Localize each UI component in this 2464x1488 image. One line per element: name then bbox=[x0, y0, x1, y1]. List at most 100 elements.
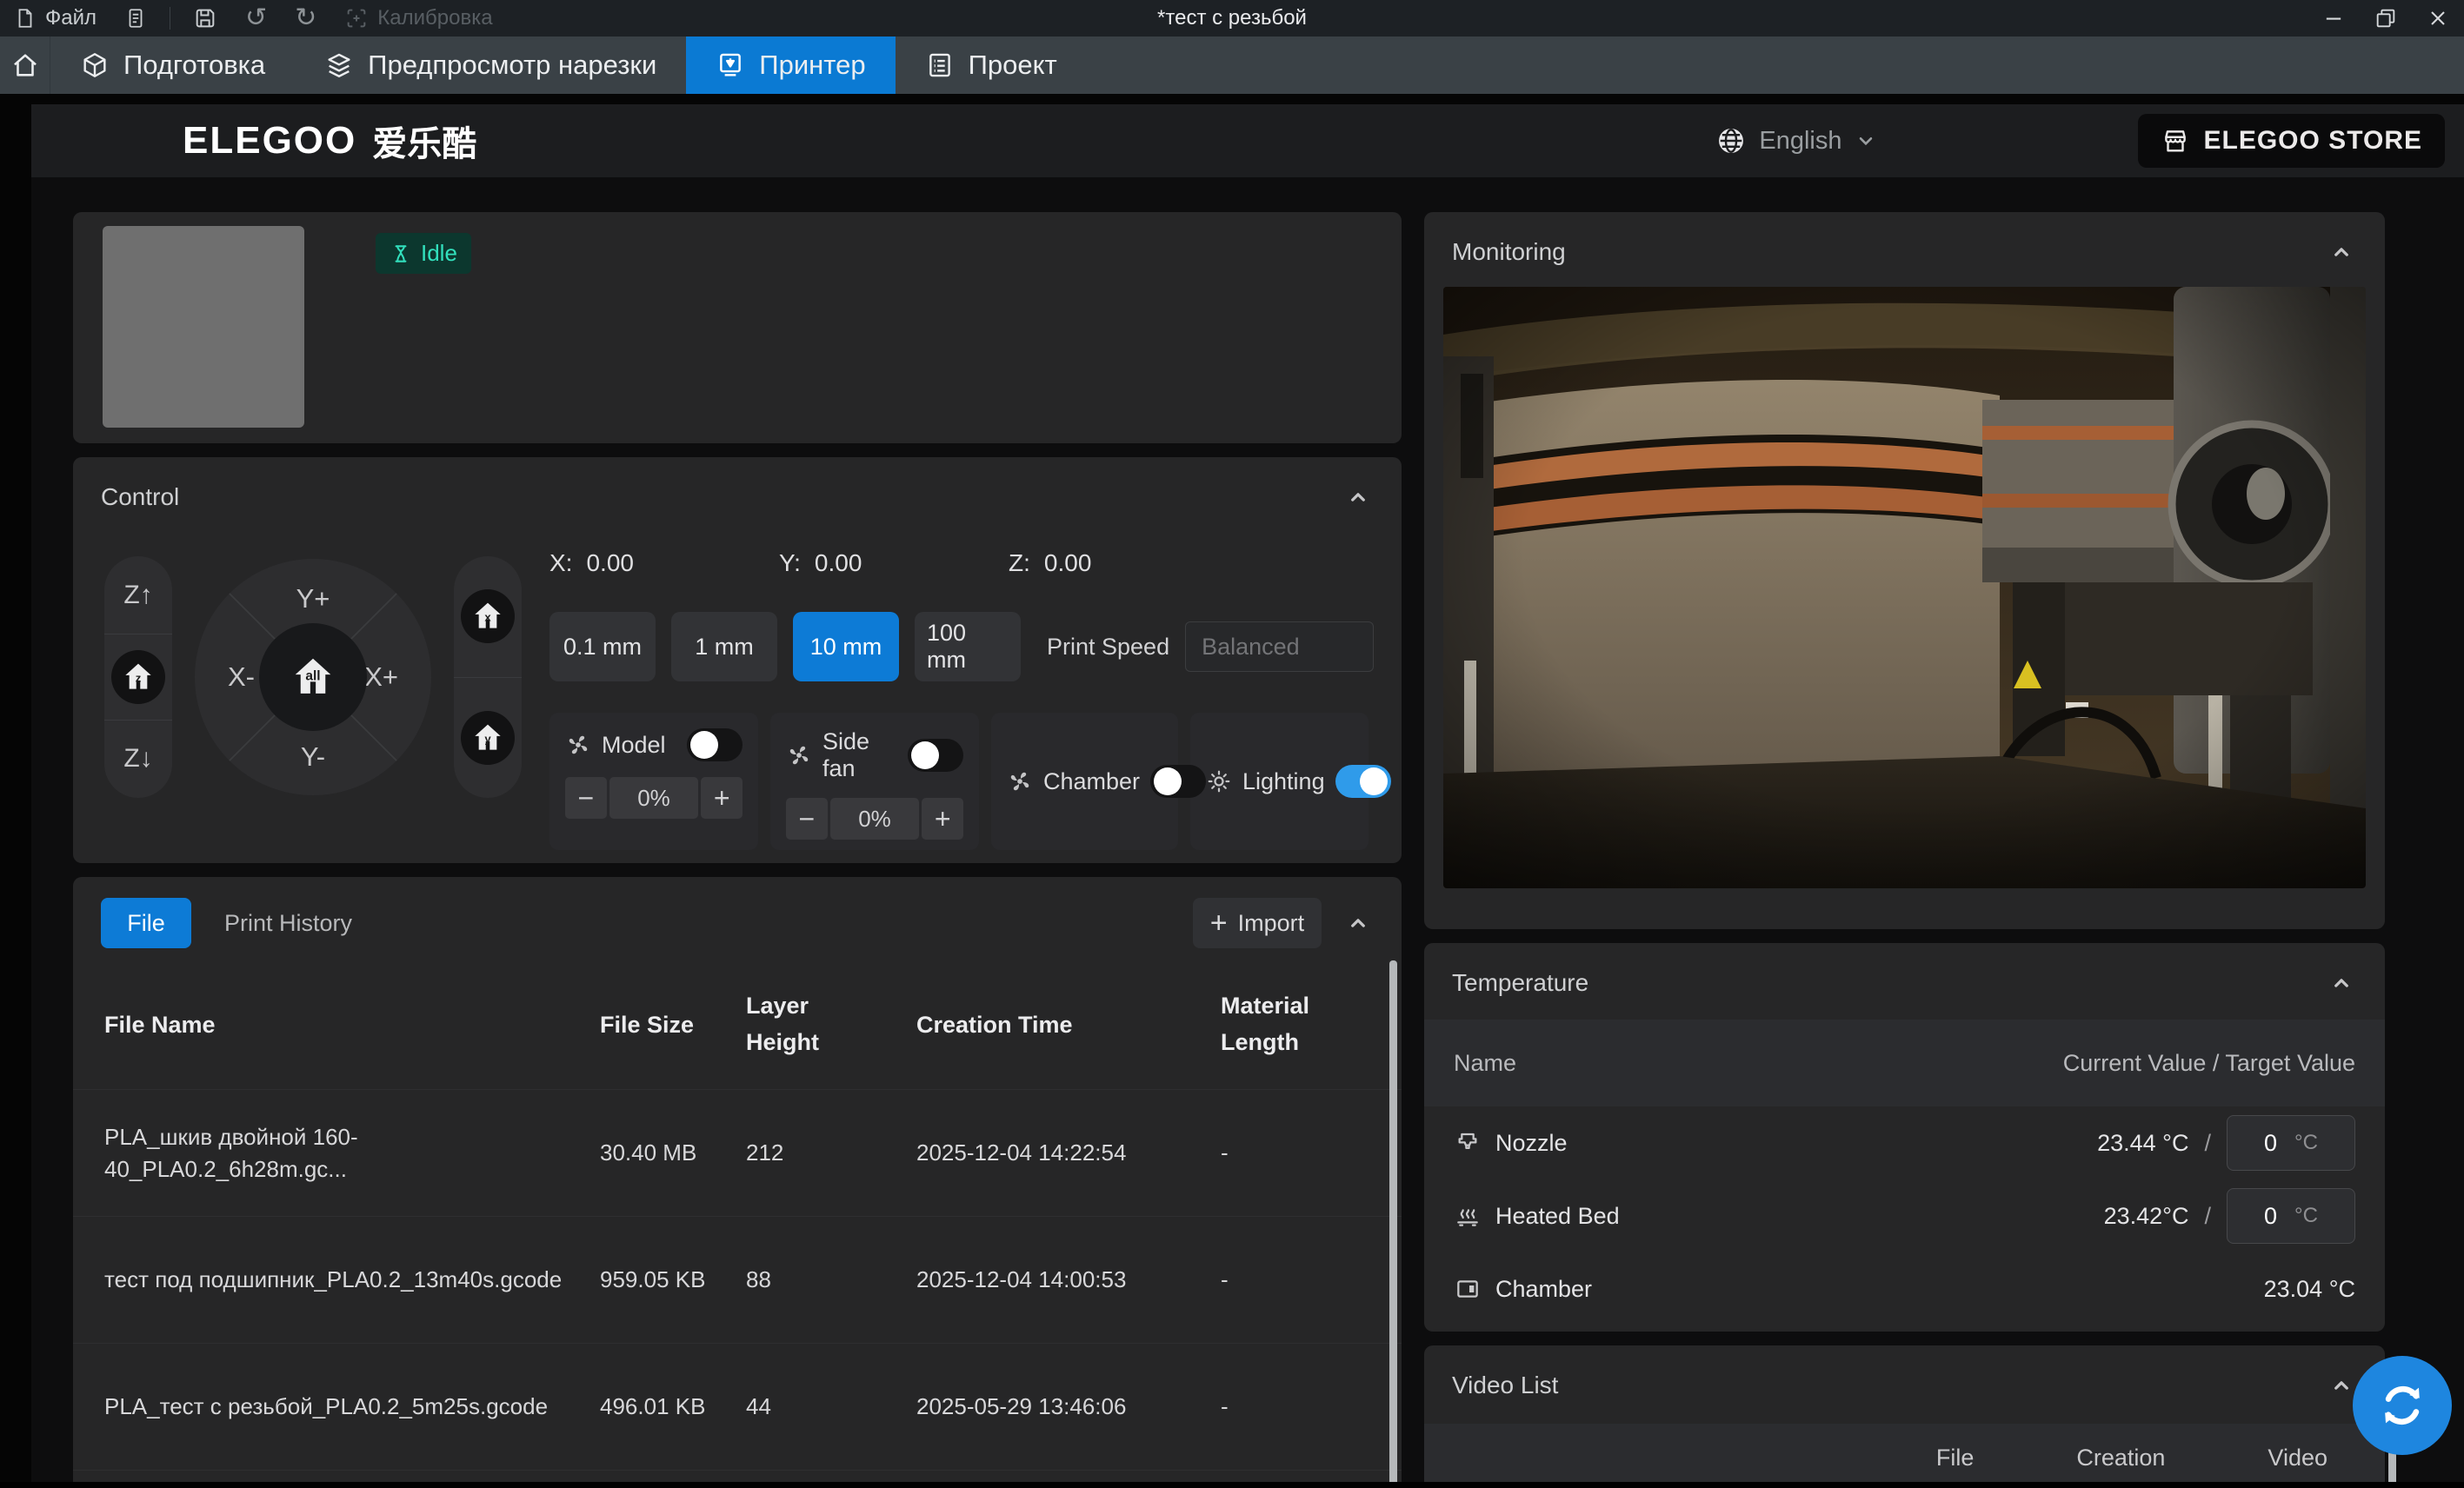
heated-bed-target-value: 0 bbox=[2264, 1203, 2277, 1230]
save-button[interactable] bbox=[179, 0, 231, 37]
jog-controls: Z↑ z Z↓ Y+ Y- X- X+ bbox=[104, 556, 522, 798]
home-all-icon: all bbox=[288, 652, 338, 702]
restore-button[interactable] bbox=[2360, 0, 2412, 37]
col-material-length: Material Length bbox=[1221, 988, 1323, 1061]
x-plus-button[interactable]: X+ bbox=[364, 661, 398, 693]
side-fan-toggle[interactable] bbox=[908, 739, 963, 772]
elegoo-store-button[interactable]: ELEGOO STORE bbox=[2138, 114, 2446, 168]
step-0.1mm-button[interactable]: 0.1 mm bbox=[549, 612, 656, 681]
minus-button[interactable]: − bbox=[786, 798, 828, 840]
chevron-up-icon bbox=[1345, 484, 1371, 510]
step-10mm-button[interactable]: 10 mm bbox=[793, 612, 899, 681]
file-list-scrollbar[interactable] bbox=[1389, 960, 1397, 1488]
z-down-button[interactable]: Z↓ bbox=[104, 721, 172, 798]
z-down-label: Z↓ bbox=[123, 744, 152, 774]
tab-project[interactable]: Проект bbox=[896, 37, 1087, 94]
refresh-button[interactable] bbox=[2353, 1356, 2452, 1455]
model-fan-stepper: − 0% + bbox=[565, 777, 743, 819]
status-badge: Idle bbox=[376, 233, 471, 274]
redo-icon: ↻ bbox=[295, 5, 316, 31]
video-list-title: Video List bbox=[1452, 1372, 1558, 1399]
chevron-up-icon bbox=[2328, 239, 2354, 265]
chamber-fan-card: Chamber bbox=[991, 713, 1178, 850]
main-tabbar: Подготовка Предпросмотр нарезки Принтер … bbox=[0, 37, 2464, 94]
table-row[interactable]: PLA_шкив двойной 160-40_PLA0.2_6h28m.gc.… bbox=[73, 1089, 1402, 1216]
monitoring-collapse-button[interactable] bbox=[2324, 235, 2359, 269]
nozzle-target-value: 0 bbox=[2264, 1130, 2277, 1157]
home-x-button[interactable]: x bbox=[454, 556, 522, 678]
lighting-toggle[interactable] bbox=[1335, 765, 1391, 798]
control-title: Control bbox=[101, 483, 179, 511]
step-1mm-button[interactable]: 1 mm bbox=[671, 612, 777, 681]
home-button[interactable] bbox=[0, 37, 50, 94]
layer-height: 212 bbox=[746, 1139, 916, 1166]
notes-button[interactable] bbox=[110, 0, 161, 37]
redo-button[interactable]: ↻ bbox=[281, 0, 330, 37]
model-fan-value[interactable]: 0% bbox=[609, 777, 699, 819]
tab-project-label: Проект bbox=[969, 50, 1057, 81]
files-collapse-button[interactable] bbox=[1341, 906, 1375, 940]
file-size: 30.40 MB bbox=[600, 1135, 716, 1172]
step-100mm-button[interactable]: 100 mm bbox=[915, 612, 1021, 681]
language-selector[interactable]: English bbox=[1715, 125, 1876, 156]
printer-status-card: Idle bbox=[73, 212, 1402, 443]
table-row[interactable]: тест под подшипник_PLA0.2_13m40s.gcode 9… bbox=[73, 1216, 1402, 1343]
heated-bed-icon bbox=[1454, 1202, 1482, 1230]
globe-icon bbox=[1715, 125, 1747, 156]
y-minus-button[interactable]: Y- bbox=[301, 741, 325, 773]
tab-print-history[interactable]: Print History bbox=[224, 910, 352, 937]
side-fan-stepper: − 0% + bbox=[786, 798, 963, 840]
minimize-button[interactable] bbox=[2308, 0, 2360, 37]
nozzle-icon bbox=[1454, 1129, 1482, 1157]
z-up-label: Z↑ bbox=[123, 581, 152, 610]
svg-text:x: x bbox=[484, 611, 491, 624]
calibration-icon bbox=[344, 6, 369, 30]
minus-button[interactable]: − bbox=[565, 777, 607, 819]
temperature-collapse-button[interactable] bbox=[2324, 966, 2359, 1000]
file-menu[interactable]: Файл bbox=[0, 0, 110, 37]
side-fan-card: Side fan − 0% + bbox=[770, 713, 979, 850]
store-button-label: ELEGOO STORE bbox=[2204, 126, 2423, 156]
undo-button[interactable]: ↺ bbox=[231, 0, 281, 37]
tab-printer[interactable]: Принтер bbox=[686, 37, 895, 94]
cube-icon bbox=[80, 50, 110, 80]
heated-bed-target-input[interactable]: 0 °C bbox=[2227, 1188, 2355, 1244]
print-speed-select[interactable]: Balanced bbox=[1185, 621, 1374, 672]
chevron-up-icon bbox=[1345, 910, 1371, 936]
chamber-fan-toggle[interactable] bbox=[1150, 765, 1206, 798]
chevron-up-icon bbox=[2328, 970, 2354, 996]
tab-slice-preview[interactable]: Предпросмотр нарезки bbox=[295, 37, 686, 94]
brand-logo: ELEGOO bbox=[183, 119, 356, 163]
plus-button[interactable]: + bbox=[922, 798, 963, 840]
home-z-button[interactable]: z bbox=[104, 634, 172, 721]
nozzle-target-input[interactable]: 0 °C bbox=[2227, 1115, 2355, 1171]
printer-icon bbox=[716, 50, 745, 80]
video-list-card: Video List File Creation Video bbox=[1424, 1345, 2385, 1488]
nozzle-target-unit: °C bbox=[2294, 1131, 2318, 1155]
plus-button[interactable]: + bbox=[701, 777, 743, 819]
page-header: ELEGOO 爱乐酷 English ELEGOO STORE bbox=[31, 104, 2464, 177]
home-all-button[interactable]: all bbox=[259, 623, 367, 731]
import-button[interactable]: + Import bbox=[1193, 898, 1322, 948]
side-fan-value[interactable]: 0% bbox=[830, 798, 920, 840]
home-y-button[interactable]: y bbox=[454, 678, 522, 799]
control-collapse-button[interactable] bbox=[1341, 480, 1375, 515]
temperature-table-header: Name Current Value / Target Value bbox=[1424, 1020, 2385, 1106]
z-up-button[interactable]: Z↑ bbox=[104, 556, 172, 634]
model-fan-toggle[interactable] bbox=[687, 728, 743, 761]
tab-file[interactable]: File bbox=[101, 898, 191, 948]
sync-icon bbox=[2374, 1377, 2431, 1434]
y-plus-button[interactable]: Y+ bbox=[296, 583, 330, 614]
close-button[interactable] bbox=[2412, 0, 2464, 37]
tab-prepare[interactable]: Подготовка bbox=[50, 37, 295, 94]
value-column-label: Current Value / Target Value bbox=[2063, 1050, 2355, 1077]
table-row[interactable]: PLA_тест с резьбой_PLA0.2_5m25s.gcode 49… bbox=[73, 1343, 1402, 1470]
tab-slice-preview-label: Предпросмотр нарезки bbox=[368, 50, 656, 81]
z-jog-pill: Z↑ z Z↓ bbox=[104, 556, 172, 798]
xy-jog-pad: Y+ Y- X- X+ all bbox=[195, 559, 431, 795]
model-fan-card: Model − 0% + bbox=[549, 713, 758, 850]
lighting-label: Lighting bbox=[1242, 768, 1325, 795]
x-minus-button[interactable]: X- bbox=[228, 661, 255, 693]
calibration-button[interactable]: Калибровка bbox=[330, 0, 506, 37]
axis-coordinates: X: 0.00 Y: 0.00 Z: 0.00 bbox=[549, 549, 1374, 577]
